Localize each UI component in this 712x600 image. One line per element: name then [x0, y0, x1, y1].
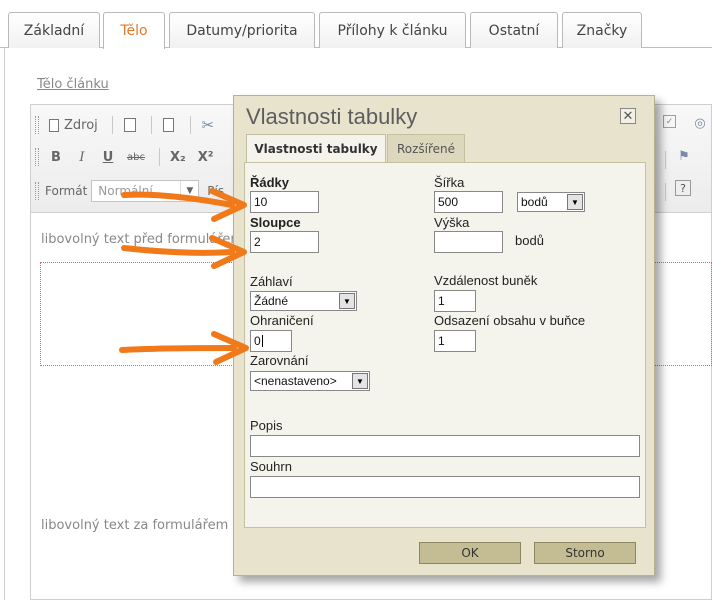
underline-button[interactable]: U	[97, 146, 119, 168]
tab-datumy-priorita[interactable]: Datumy/priorita	[169, 12, 315, 48]
chevron-down-icon: ▼	[339, 293, 355, 309]
dialog-body: Řádky 10 Sloupce 2 Záhlaví Žádné ▼ Ohran…	[244, 162, 646, 528]
chevron-down-icon: ▼	[567, 194, 583, 210]
preview-icon	[123, 118, 136, 132]
subscript-button[interactable]: X₂	[166, 146, 190, 168]
annotation-arrow-rows	[121, 188, 247, 222]
toolbar-separator	[158, 148, 160, 166]
editor-label: Tělo článku	[37, 77, 109, 92]
scissors-icon: ✂	[201, 116, 215, 134]
table-properties-dialog: Vlastnosti tabulky ✕ Vlastnosti tabulky …	[233, 95, 655, 576]
format-label: Formát	[45, 184, 88, 198]
cut-button[interactable]: ✂	[197, 114, 219, 136]
source-icon	[49, 118, 59, 132]
toolbar-handle[interactable]	[35, 116, 39, 134]
border-label: Ohraničení	[250, 313, 314, 328]
ok-button[interactable]: OK	[419, 542, 521, 564]
tab-ostatni[interactable]: Ostatní	[470, 12, 558, 48]
height-unit-label: bodů	[515, 233, 544, 248]
tab-prilohy[interactable]: Přílohy k článku	[319, 12, 466, 48]
toolbar-handle[interactable]	[35, 182, 39, 200]
tab-znacky[interactable]: Značky	[562, 12, 642, 48]
cell-padding-input[interactable]: 1	[434, 330, 476, 352]
chevron-down-icon: ▼	[352, 373, 368, 389]
rows-label: Řádky	[250, 175, 290, 190]
height-input[interactable]	[434, 231, 503, 253]
columns-input[interactable]: 2	[250, 231, 319, 253]
annotation-arrow-columns	[121, 235, 247, 269]
text-after-form: libovolný text za formulářem	[41, 518, 229, 533]
text-caret	[261, 335, 263, 347]
width-unit-select[interactable]: bodů ▼	[517, 192, 585, 212]
toolbar-separator	[665, 183, 666, 201]
toolbar-row-1: Zdroj ✂	[31, 111, 223, 139]
align-select-value: <nenastaveno>	[254, 374, 337, 388]
help-icon[interactable]: ?	[675, 180, 691, 196]
cancel-button[interactable]: Storno	[534, 542, 636, 564]
align-label: Zarovnání	[250, 353, 309, 368]
toolbar-handle[interactable]	[35, 148, 39, 166]
cell-spacing-input[interactable]: 1	[434, 290, 476, 312]
columns-label: Sloupce	[250, 215, 301, 230]
close-icon[interactable]: ✕	[620, 108, 636, 124]
border-input-value: 0	[254, 334, 261, 348]
caption-input[interactable]	[250, 435, 640, 457]
tab-telo[interactable]: Tělo	[103, 12, 165, 49]
templates-button[interactable]	[158, 114, 180, 136]
border-input[interactable]: 0	[250, 330, 292, 352]
italic-button[interactable]: I	[71, 146, 93, 168]
cell-padding-label: Odsazení obsahu v buňce	[434, 313, 586, 328]
preview-button[interactable]	[119, 114, 141, 136]
align-select[interactable]: <nenastaveno> ▼	[250, 371, 370, 391]
source-label: Zdroj	[64, 117, 98, 133]
cell-spacing-label: Vzdálenost buněk	[434, 273, 538, 288]
superscript-button[interactable]: X²	[194, 146, 218, 168]
rows-input[interactable]: 10	[250, 191, 319, 213]
radio-icon[interactable]: ◎	[691, 114, 709, 132]
header-label: Záhlaví	[250, 274, 293, 289]
bold-button[interactable]: B	[45, 146, 67, 168]
dialog-title[interactable]: Vlastnosti tabulky	[246, 104, 417, 130]
summary-label: Souhrn	[250, 459, 292, 474]
width-label: Šířka	[434, 175, 465, 190]
width-unit-value: bodů	[521, 195, 548, 209]
toolbar-separator	[111, 116, 113, 134]
dialog-tab-properties[interactable]: Vlastnosti tabulky	[246, 134, 386, 163]
width-input[interactable]: 500	[434, 191, 503, 213]
templates-icon	[163, 118, 175, 132]
caption-label: Popis	[250, 418, 283, 433]
header-select-value: Žádné	[254, 294, 289, 308]
tab-zakladni[interactable]: Základní	[8, 12, 100, 48]
summary-input[interactable]	[250, 476, 640, 498]
tab-bar: Základní Tělo Datumy/priorita Přílohy k …	[0, 0, 712, 49]
toolbar-separator	[189, 116, 191, 134]
flag-icon[interactable]: ⚑	[675, 147, 693, 165]
source-button[interactable]: Zdroj	[45, 114, 102, 136]
dialog-tab-advanced[interactable]: Rozšířené	[387, 134, 465, 162]
header-select[interactable]: Žádné ▼	[250, 291, 357, 311]
toolbar-separator	[665, 151, 666, 169]
toolbar-separator	[150, 116, 152, 134]
strike-button[interactable]: abc	[123, 146, 149, 168]
height-label: Výška	[434, 215, 470, 230]
annotation-arrow-border	[119, 331, 249, 365]
checkbox-icon[interactable]: ✓	[663, 115, 676, 128]
toolbar-row-2: B I U abc X₂ X²	[31, 143, 221, 171]
